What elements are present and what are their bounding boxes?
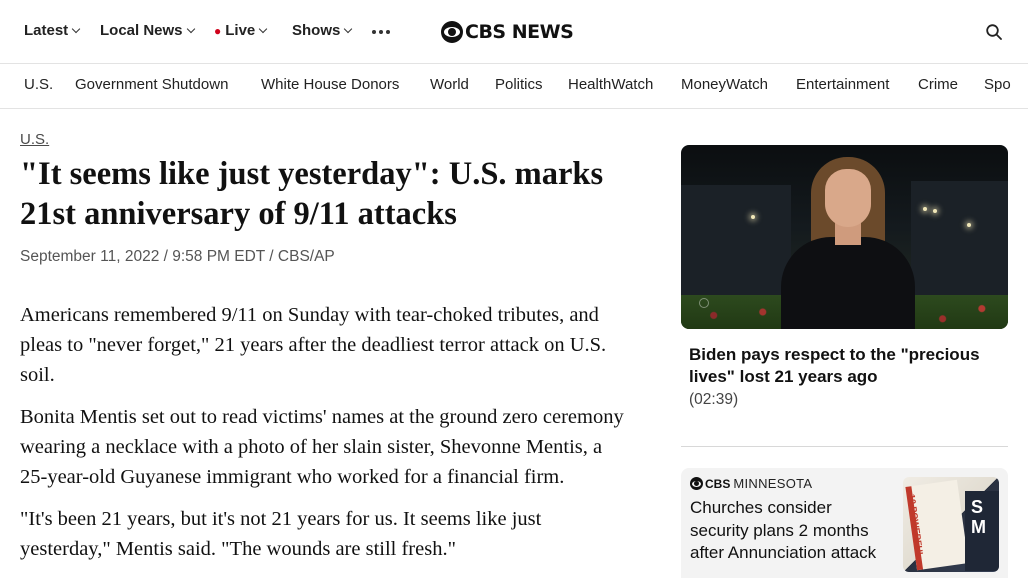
- subnav-item-entertainment[interactable]: Entertainment: [796, 76, 889, 93]
- book-cover: 10 POWERFUL: [905, 479, 969, 571]
- nav-latest[interactable]: Latest: [24, 22, 81, 39]
- more-horizontal-icon[interactable]: [372, 30, 390, 34]
- building-shape: [681, 185, 791, 295]
- nav-shows-label: Shows: [292, 22, 341, 39]
- article-paragraph: Americans remembered 9/11 on Sunday with…: [20, 304, 607, 386]
- affiliate-brand: CBS: [705, 476, 731, 491]
- lamp-light: [967, 223, 971, 227]
- nav-shows[interactable]: Shows: [292, 22, 353, 39]
- anchor-figure: [781, 237, 915, 329]
- chevron-down-icon: [259, 24, 268, 34]
- related-story-title: Churches consider security plans 2 month…: [690, 498, 877, 562]
- subnav-item-sports[interactable]: Spo: [984, 76, 1011, 93]
- search-icon[interactable]: [986, 24, 1002, 40]
- anchor-figure: [825, 169, 871, 227]
- article-source[interactable]: CBS/AP: [278, 248, 335, 265]
- nav-live-label: Live: [225, 22, 256, 39]
- video-thumbnail[interactable]: [681, 145, 1008, 329]
- subnav-item-government-shutdown[interactable]: Government Shutdown: [75, 76, 228, 93]
- subnav-item-white-house-donors[interactable]: White House Donors: [261, 76, 399, 93]
- nav-local-news[interactable]: Local News: [100, 22, 195, 39]
- lamp-light: [933, 209, 937, 213]
- book-cover-text: 10 POWERFUL: [906, 493, 926, 559]
- article-paragraph: Bonita Mentis set out to read victims' n…: [20, 406, 624, 488]
- related-story-card[interactable]: CBS MINNESOTA Churches consider security…: [681, 468, 1008, 578]
- section-kicker-link[interactable]: U.S.: [20, 131, 49, 148]
- lamp-light: [751, 215, 755, 219]
- chevron-down-icon: [186, 24, 195, 34]
- cbs-eye-icon: [441, 21, 463, 43]
- video-title[interactable]: Biden pays respect to the "precious live…: [689, 344, 1001, 388]
- book-cover-text: S M: [971, 497, 986, 537]
- nav-local-news-label: Local News: [100, 22, 183, 39]
- subnav-item-politics[interactable]: Politics: [495, 76, 543, 93]
- live-dot-icon: ●: [214, 23, 222, 38]
- building-shape: [911, 181, 1008, 296]
- subnav-item-crime[interactable]: Crime: [918, 76, 958, 93]
- nav-latest-label: Latest: [24, 22, 69, 39]
- video-duration: (02:39): [689, 391, 739, 408]
- book-cover: S M: [965, 491, 999, 571]
- byline-separator: /: [264, 248, 278, 265]
- chevron-down-icon: [344, 24, 353, 34]
- article-body: Americans remembered 9/11 on Sunday with…: [20, 300, 632, 576]
- lamp-light: [923, 207, 927, 211]
- logo-text: CBS NEWS: [465, 21, 574, 43]
- section-subnav: U.S. Government Shutdown White House Don…: [0, 64, 1028, 109]
- affiliate-logo: CBS MINNESOTA: [690, 476, 812, 491]
- cbs-eye-icon: [690, 477, 703, 490]
- related-story-thumbnail: 10 POWERFUL S M: [903, 477, 999, 572]
- subnav-item-healthwatch[interactable]: HealthWatch: [568, 76, 653, 93]
- subnav-item-us[interactable]: U.S.: [24, 76, 53, 93]
- article-paragraph: "It's been 21 years, but it's not 21 yea…: [20, 508, 542, 560]
- cbs-news-logo[interactable]: CBS NEWS: [441, 20, 574, 44]
- article-headline: "It seems like just yesterday": U.S. mar…: [20, 156, 604, 232]
- article-date: September 11, 2022 / 9:58 PM EDT: [20, 248, 265, 265]
- rail-divider: [681, 446, 1008, 447]
- subnav-item-moneywatch[interactable]: MoneyWatch: [681, 76, 768, 93]
- article-byline: September 11, 2022 / 9:58 PM EDT / CBS/A…: [20, 248, 335, 266]
- subnav-item-world[interactable]: World: [430, 76, 469, 93]
- top-nav: Latest Local News ● Live Shows CBS NEWS: [0, 0, 1028, 64]
- affiliate-market: MINNESOTA: [733, 476, 813, 491]
- nav-live[interactable]: ● Live: [214, 22, 268, 39]
- chevron-down-icon: [71, 24, 81, 34]
- video-watermark-icon: [699, 298, 709, 308]
